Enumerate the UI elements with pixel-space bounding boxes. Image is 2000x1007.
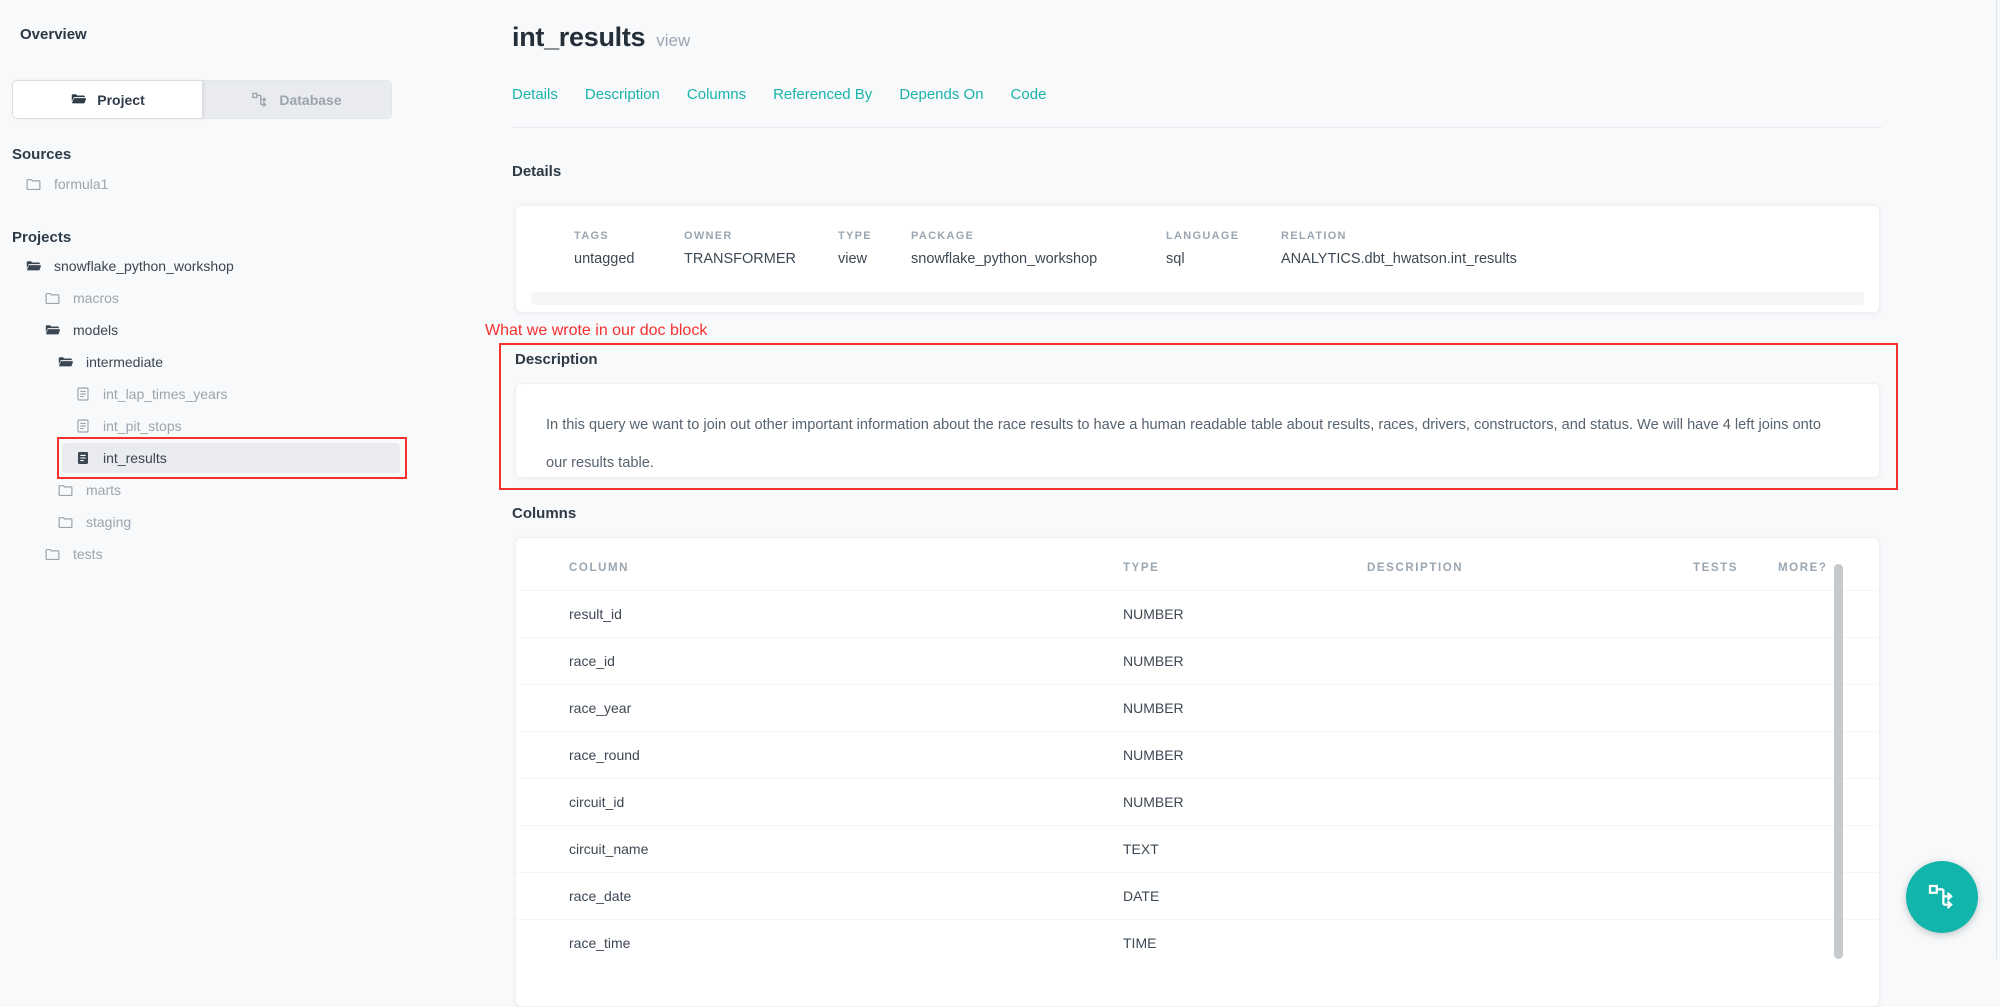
column-type: TEXT: [1123, 841, 1159, 857]
field-value: untagged: [574, 251, 634, 267]
detail-field-relation: RELATION ANALYTICS.dbt_hwatson.int_result…: [1281, 230, 1517, 267]
column-header-more: MORE?: [1778, 562, 1828, 574]
tab-columns[interactable]: Columns: [687, 86, 746, 103]
columns-card: COLUMN TYPE DESCRIPTION TESTS MORE? result_i…: [515, 537, 1880, 1007]
field-label: RELATION: [1281, 230, 1517, 242]
main-content: int_results view Details Description Colum…: [0, 0, 2000, 959]
field-label: PACKAGE: [911, 230, 1097, 242]
field-label: LANGUAGE: [1166, 230, 1239, 242]
tree-item-label: formula1: [54, 176, 108, 192]
field-value: sql: [1166, 251, 1239, 267]
model-nav-tabs: Details Description Columns Referenced By De…: [512, 86, 1046, 103]
column-name: circuit_name: [569, 841, 648, 857]
column-name: race_time: [569, 935, 630, 951]
description-card: In this query we want to join out other …: [515, 383, 1880, 478]
tree-item-label: snowflake_python_workshop: [54, 258, 234, 274]
tree-item-label: macros: [73, 290, 119, 306]
details-card: TAGS untagged OWNER TRANSFORMER TYPE view PACK…: [515, 205, 1880, 313]
folder-icon: [44, 546, 61, 563]
file-icon: [75, 386, 91, 402]
tab-depends-on[interactable]: Depends On: [899, 86, 983, 103]
lineage-icon: [1927, 882, 1957, 912]
field-value: TRANSFORMER: [684, 251, 796, 267]
tree-item-label: intermediate: [86, 354, 163, 370]
column-name: race_round: [569, 747, 640, 763]
field-value: view: [838, 251, 872, 267]
description-heading: Description: [515, 351, 598, 368]
column-row-race-round[interactable]: race_round NUMBER: [516, 731, 1879, 778]
column-name: circuit_id: [569, 794, 624, 810]
field-label: OWNER: [684, 230, 796, 242]
column-type: NUMBER: [1123, 700, 1184, 716]
folder-open-icon: [44, 322, 61, 339]
lineage-graph-button[interactable]: [1906, 861, 1978, 933]
column-header-column: COLUMN: [569, 562, 629, 574]
column-type: NUMBER: [1123, 747, 1184, 763]
tab-details[interactable]: Details: [512, 86, 558, 103]
detail-field-language: LANGUAGE sql: [1166, 230, 1239, 267]
column-header-description: DESCRIPTION: [1367, 562, 1463, 574]
folder-icon: [44, 290, 61, 307]
tab-description[interactable]: Description: [585, 86, 660, 103]
folder-icon: [57, 514, 74, 531]
folder-open-icon: [57, 354, 74, 371]
column-row-race-year[interactable]: race_year NUMBER: [516, 684, 1879, 731]
columns-scrollbar[interactable]: [1834, 564, 1843, 959]
column-type: NUMBER: [1123, 653, 1184, 669]
tree-item-label: staging: [86, 514, 131, 530]
tree-item-label: models: [73, 322, 118, 338]
column-row-result-id[interactable]: result_id NUMBER: [516, 590, 1879, 637]
tree-item-label: marts: [86, 482, 121, 498]
column-type: NUMBER: [1123, 606, 1184, 622]
details-collapsed-strip: [531, 292, 1864, 305]
columns-heading: Columns: [512, 505, 576, 522]
column-header-tests: TESTS: [1693, 562, 1738, 574]
window-scrollbar-edge: [1996, 0, 1997, 959]
field-label: TYPE: [838, 230, 872, 242]
field-value: snowflake_python_workshop: [911, 251, 1097, 267]
file-icon: [75, 418, 91, 434]
folder-open-icon: [25, 258, 42, 275]
column-row-race-date[interactable]: race_date DATE: [516, 872, 1879, 919]
column-row-race-id[interactable]: race_id NUMBER: [516, 637, 1879, 684]
column-header-type: TYPE: [1123, 562, 1159, 574]
column-row-circuit-id[interactable]: circuit_id NUMBER: [516, 778, 1879, 825]
tree-item-label: int_lap_times_years: [103, 386, 228, 402]
tree-item-label: int_results: [103, 450, 167, 466]
detail-field-package: PACKAGE snowflake_python_workshop: [911, 230, 1097, 267]
column-name: race_date: [569, 888, 631, 904]
details-heading: Details: [512, 163, 561, 180]
tree-item-label: tests: [73, 546, 103, 562]
column-name: result_id: [569, 606, 622, 622]
detail-field-tags: TAGS untagged: [574, 230, 634, 267]
detail-field-type: TYPE view: [838, 230, 872, 267]
column-type: DATE: [1123, 888, 1159, 904]
tab-code[interactable]: Code: [1011, 86, 1047, 103]
columns-table-body: result_id NUMBER race_id NUMBER race_year NUM…: [516, 590, 1879, 966]
tab-referenced-by[interactable]: Referenced By: [773, 86, 872, 103]
page-title: int_results view: [512, 22, 690, 53]
tree-item-label: int_pit_stops: [103, 418, 182, 434]
column-name: race_year: [569, 700, 631, 716]
field-label: TAGS: [574, 230, 634, 242]
model-name: int_results: [512, 22, 645, 53]
column-type: NUMBER: [1123, 794, 1184, 810]
description-text: In this query we want to join out other …: [516, 384, 1879, 482]
nav-divider: [512, 127, 1882, 128]
column-name: race_id: [569, 653, 615, 669]
tree-item-int-results[interactable]: int_results: [0, 442, 440, 474]
columns-table-header: COLUMN TYPE DESCRIPTION TESTS MORE?: [516, 538, 1879, 590]
detail-field-owner: OWNER TRANSFORMER: [684, 230, 796, 267]
folder-icon: [25, 176, 42, 193]
field-value: ANALYTICS.dbt_hwatson.int_results: [1281, 251, 1517, 267]
column-type: TIME: [1123, 935, 1156, 951]
file-filled-icon: [75, 450, 91, 466]
doc-block-annotation: What we wrote in our doc block: [485, 322, 707, 340]
model-type-badge: view: [656, 31, 690, 51]
folder-icon: [57, 482, 74, 499]
column-row-circuit-name[interactable]: circuit_name TEXT: [516, 825, 1879, 872]
